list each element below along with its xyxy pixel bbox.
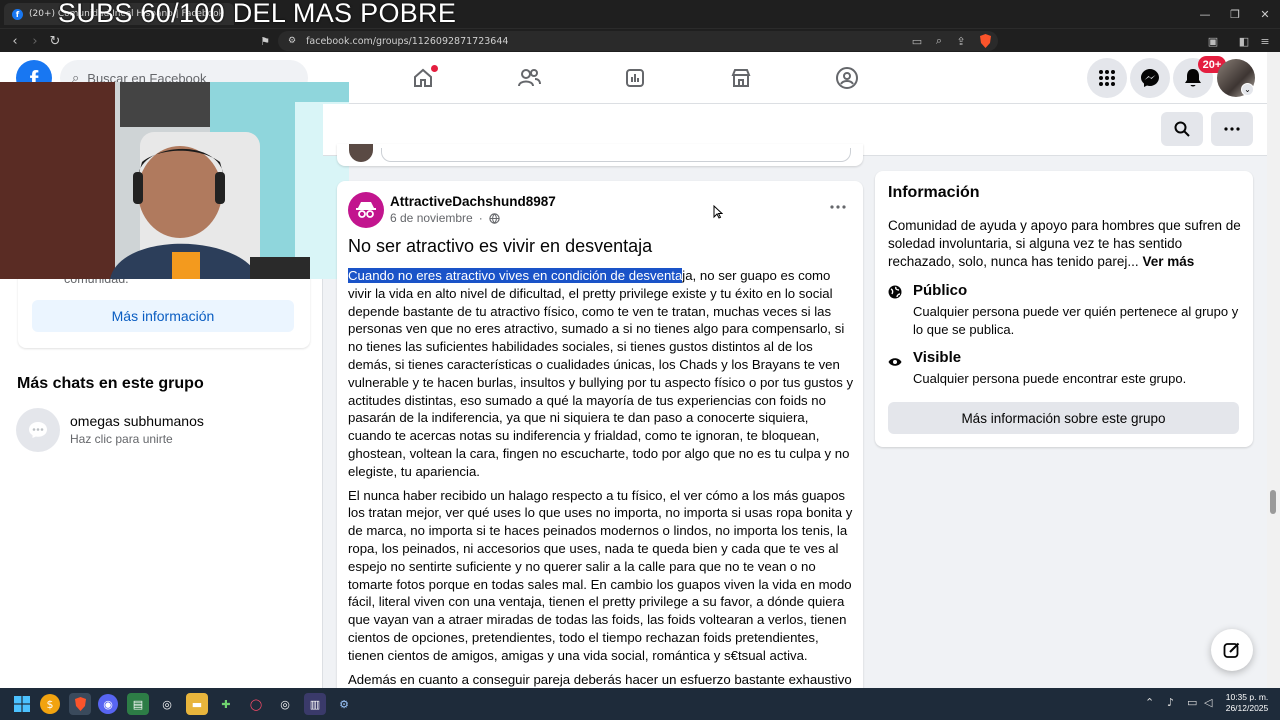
chat-avatar bbox=[16, 408, 60, 452]
public-description: Cualquier persona puede ver quién perten… bbox=[913, 304, 1239, 337]
selected-text: Cuando no eres atractivo vives en condic… bbox=[348, 268, 683, 283]
group-info-card: Información Comunidad de ayuda y apoyo p… bbox=[875, 171, 1253, 447]
restore-icon[interactable]: ❐ bbox=[1220, 4, 1250, 24]
post-paragraph-3: Además en cuanto a conseguir pareja debe… bbox=[348, 671, 852, 687]
tray-chevron-up-icon[interactable]: ⌃ bbox=[1145, 696, 1154, 709]
marketplace-icon[interactable] bbox=[726, 64, 756, 92]
chevron-down-icon: ⌄ bbox=[1241, 83, 1254, 96]
back-icon[interactable]: ‹ bbox=[6, 32, 24, 50]
new-message-compose-icon[interactable] bbox=[1211, 629, 1253, 671]
network-icon[interactable]: ▭ bbox=[1187, 696, 1197, 709]
post-paragraph-2: El nunca haber recibido un halago respec… bbox=[348, 487, 853, 663]
obs-icon[interactable]: ◎ bbox=[156, 693, 178, 715]
home-notification-dot bbox=[431, 65, 438, 72]
group-search-icon[interactable] bbox=[1161, 112, 1203, 146]
public-title: Público bbox=[913, 282, 968, 299]
menu-icon[interactable]: ≡ bbox=[1257, 33, 1273, 49]
obs-icon-2[interactable]: ◎ bbox=[274, 693, 296, 715]
visible-description: Cualquier persona puede encontrar este g… bbox=[913, 371, 1187, 386]
url-field[interactable]: ⚙ facebook.com/groups/1126092871723644 bbox=[278, 31, 998, 51]
forward-icon[interactable]: › bbox=[26, 32, 44, 50]
cast-icon[interactable]: ▭ bbox=[909, 33, 925, 49]
friends-icon[interactable] bbox=[514, 64, 544, 92]
wallet-icon[interactable]: ▣ bbox=[1205, 33, 1221, 49]
home-icon[interactable] bbox=[408, 64, 438, 92]
previous-post-comment-box[interactable] bbox=[381, 148, 851, 162]
minimize-icon[interactable]: — bbox=[1190, 4, 1220, 24]
clock[interactable]: 10:35 p. m. 26/12/2025 bbox=[1222, 692, 1272, 714]
post-body: Cuando no eres atractivo vives en condic… bbox=[348, 267, 854, 688]
facebook-favicon-icon: f bbox=[12, 8, 23, 20]
webcam-overlay bbox=[0, 82, 349, 279]
sidebar-toggle-icon[interactable]: ◧ bbox=[1236, 33, 1252, 49]
volume-icon[interactable]: ◁ bbox=[1204, 696, 1212, 709]
visible-eye-icon bbox=[888, 352, 902, 366]
app-icon[interactable]: ▥ bbox=[304, 693, 326, 715]
mouse-cursor-icon bbox=[713, 204, 724, 219]
coin-app-icon[interactable]: $ bbox=[40, 694, 60, 714]
url-text: facebook.com/groups/1126092871723644 bbox=[306, 35, 509, 47]
microphone-icon[interactable]: ♪ bbox=[1167, 696, 1174, 709]
post-date[interactable]: 6 de noviembre bbox=[390, 211, 473, 225]
page-scrollbar-thumb[interactable] bbox=[1270, 490, 1276, 514]
settings-gear-icon[interactable]: ⚙ bbox=[333, 693, 355, 715]
browser-titlebar: f (20+) Comunidad Incel Hispano | Facebo… bbox=[0, 0, 1280, 28]
stream-overlay-text: SUBS 60/100 DEL MAS POBRE bbox=[58, 0, 457, 28]
info-description: Comunidad de ayuda y apoyo para hombres … bbox=[888, 218, 1241, 269]
file-explorer-icon[interactable]: ▬ bbox=[186, 693, 208, 715]
public-globe-icon bbox=[888, 284, 902, 299]
store-icon[interactable]: ▤ bbox=[127, 693, 149, 715]
messenger-icon[interactable] bbox=[1130, 58, 1170, 98]
more-group-info-button[interactable]: Más información sobre este grupo bbox=[888, 402, 1239, 434]
anonymous-avatar-icon[interactable] bbox=[348, 192, 384, 228]
visible-title: Visible bbox=[913, 349, 962, 366]
site-info-icon[interactable]: ⚙ bbox=[288, 36, 296, 46]
share-icon[interactable]: ⇪ bbox=[953, 33, 969, 49]
more-info-button[interactable]: Más información bbox=[32, 300, 294, 332]
post-options-icon[interactable] bbox=[827, 199, 849, 215]
game-controller-icon[interactable]: ✚ bbox=[215, 693, 237, 715]
clock-time: 10:35 p. m. bbox=[1225, 692, 1269, 702]
post-author[interactable]: AttractiveDachshund8987 bbox=[390, 194, 556, 209]
bookmark-icon[interactable]: ⚑ bbox=[256, 32, 274, 50]
address-bar-row: ‹ › ↻ ⚑ ⚙ facebook.com/groups/1126092871… bbox=[0, 28, 1280, 52]
chat-subtitle: Haz clic para unirte bbox=[70, 432, 173, 446]
chat-name: omegas subhumanos bbox=[70, 413, 204, 429]
reload-icon[interactable]: ↻ bbox=[46, 32, 64, 50]
post-paragraph-1: Cuando no eres atractivo vives en condic… bbox=[348, 268, 854, 479]
chats-heading: Más chats en este grupo bbox=[17, 375, 204, 392]
chat-list-item[interactable]: omegas subhumanos Haz clic para unirte bbox=[16, 408, 306, 454]
brave-shield-icon[interactable] bbox=[977, 33, 993, 49]
dashboard-icon[interactable] bbox=[620, 64, 650, 92]
zoom-icon[interactable]: ⌕ bbox=[931, 33, 947, 49]
page-scrollbar[interactable] bbox=[1267, 52, 1280, 688]
globe-icon bbox=[489, 212, 500, 224]
previous-post-card bbox=[337, 144, 863, 166]
apps-menu-icon[interactable] bbox=[1087, 58, 1127, 98]
discord-icon[interactable]: ◉ bbox=[98, 694, 118, 714]
see-more-link[interactable]: Ver más bbox=[1142, 254, 1194, 269]
post-meta: 6 de noviembre · bbox=[390, 211, 500, 225]
previous-post-avatar bbox=[349, 144, 373, 162]
webcam-feed-image bbox=[0, 82, 349, 279]
opera-icon[interactable]: ◯ bbox=[245, 693, 267, 715]
close-icon[interactable]: ✕ bbox=[1250, 4, 1280, 24]
brave-browser-icon[interactable] bbox=[69, 693, 91, 715]
windows-taskbar: $ ◉ ▤ ◎ ▬ ✚ ◯ ◎ ▥ ⚙ ⌃ ♪ ▭ ◁ 10:35 p. m. … bbox=[0, 688, 1280, 720]
chat-bubble-icon bbox=[29, 422, 47, 438]
info-heading: Información bbox=[888, 184, 980, 201]
windows-start-icon[interactable] bbox=[11, 693, 33, 715]
group-more-options-icon[interactable] bbox=[1211, 112, 1253, 146]
clock-date: 26/12/2025 bbox=[1225, 703, 1269, 713]
post-card: AttractiveDachshund8987 6 de noviembre ·… bbox=[337, 181, 863, 701]
groups-icon[interactable] bbox=[832, 64, 862, 92]
post-title: No ser atractivo es vivir en desventaja bbox=[348, 236, 653, 256]
